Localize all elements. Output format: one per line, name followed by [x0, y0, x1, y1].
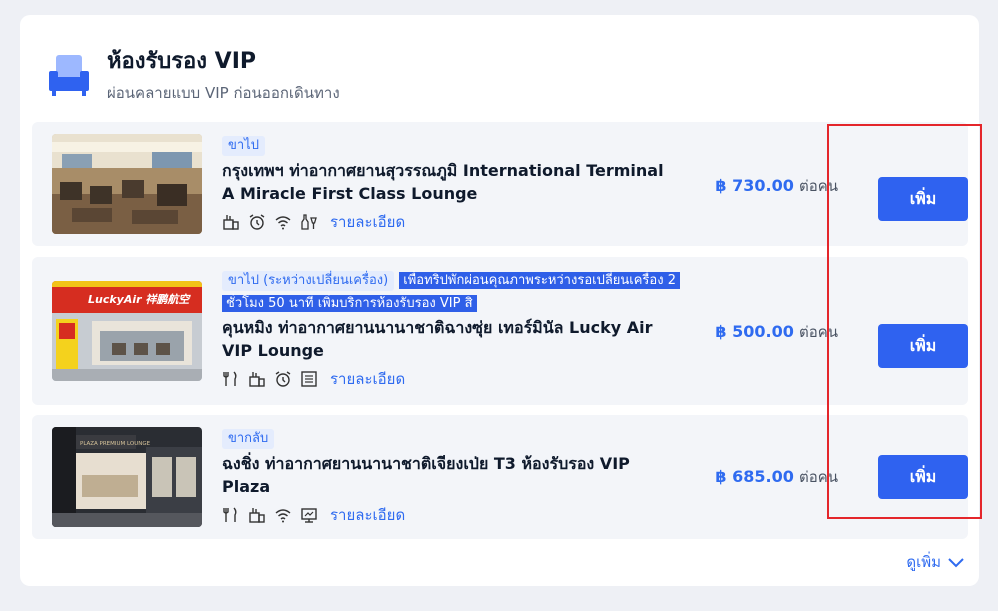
food-icon: [223, 215, 239, 230]
price: ฿ 500.00 ต่อคน: [715, 320, 838, 344]
lounge-name-line2: VIP Lounge: [222, 341, 324, 360]
food-icon: [249, 372, 265, 387]
amenities: รายละเอียด: [222, 504, 692, 526]
lounge-name: คุนหมิง ท่าอากาศยานนานาชาติฉางซุ่ย เทอร์…: [222, 316, 682, 362]
wifi-icon: [275, 216, 291, 230]
price: ฿ 730.00 ต่อคน: [715, 174, 838, 198]
price-amount: ฿ 500.00: [715, 322, 794, 341]
lounge-name-line1: ฉงชิ่ง ท่าอากาศยานนานาชาติเจียงเป่ย T3 ห…: [222, 454, 630, 473]
lounge-name-line2: Plaza: [222, 477, 271, 496]
see-more-label: ดูเพิ่ม: [906, 553, 941, 571]
amenities: รายละเอียด: [222, 368, 682, 390]
trip-tag: ขากลับ: [222, 429, 275, 449]
details-link[interactable]: รายละเอียด: [330, 503, 405, 527]
lounge-name-line1: คุนหมิง ท่าอากาศยานนานาชาติฉางซุ่ย เทอร์…: [222, 318, 653, 337]
lounge-photo: PLAZA PREMIUM LOUNGE: [52, 427, 202, 527]
monitor-icon: [301, 508, 317, 523]
section-subtitle: ผ่อนคลายแบบ VIP ก่อนออกเดินทาง: [107, 84, 340, 102]
lounge-name-line2: A Miracle First Class Lounge: [222, 184, 478, 203]
amenities: รายละเอียด: [222, 211, 692, 233]
alarm-clock-icon: [249, 214, 265, 230]
trip-tag: ขาไป (ระหว่างเปลี่ยนเครื่อง): [222, 271, 395, 291]
price-amount: ฿ 730.00: [715, 176, 794, 195]
utensils-icon: [223, 371, 237, 386]
highlight-annotation-box: [827, 124, 982, 519]
food-icon: [249, 508, 265, 523]
lounge-name: กรุงเทพฯ ท่าอากาศยานสุวรรณภูมิ Internati…: [222, 159, 692, 205]
section-title: ห้องรับรอง VIP: [107, 49, 257, 74]
price: ฿ 685.00 ต่อคน: [715, 465, 838, 489]
lounge-name: ฉงชิ่ง ท่าอากาศยานนานาชาติเจียงเป่ย T3 ห…: [222, 452, 692, 498]
drinks-icon: [301, 214, 317, 230]
lounge-info: ขาไป (ระหว่างเปลี่ยนเครื่อง) เพื่อทริปพั…: [222, 268, 682, 390]
alarm-clock-icon: [275, 371, 291, 387]
lounge-name-line1: กรุงเทพฯ ท่าอากาศยานสุวรรณภูมิ Internati…: [222, 161, 664, 180]
lounge-photo: [52, 134, 202, 234]
price-amount: ฿ 685.00: [715, 467, 794, 486]
utensils-icon: [223, 507, 237, 522]
trip-tag: ขาไป: [222, 136, 265, 156]
lounge-photo: LuckyAir 祥鹏航空: [52, 281, 202, 381]
details-link[interactable]: รายละเอียด: [330, 210, 405, 234]
lucky-air-sign: LuckyAir 祥鹏航空: [88, 293, 191, 306]
sofa-icon: [49, 55, 89, 96]
lounge-info: ขากลับ ฉงชิ่ง ท่าอากาศยานนานาชาติเจียงเป…: [222, 427, 692, 526]
wifi-icon: [275, 509, 291, 523]
lounge-info: ขาไป กรุงเทพฯ ท่าอากาศยานสุวรรณภูมิ Inte…: [222, 134, 692, 233]
details-link[interactable]: รายละเอียด: [330, 367, 405, 391]
see-more-button[interactable]: ดูเพิ่ม: [906, 550, 965, 574]
plaza-sign: PLAZA PREMIUM LOUNGE: [80, 441, 151, 447]
chevron-down-icon: [948, 558, 964, 568]
newspaper-icon: [301, 371, 317, 387]
